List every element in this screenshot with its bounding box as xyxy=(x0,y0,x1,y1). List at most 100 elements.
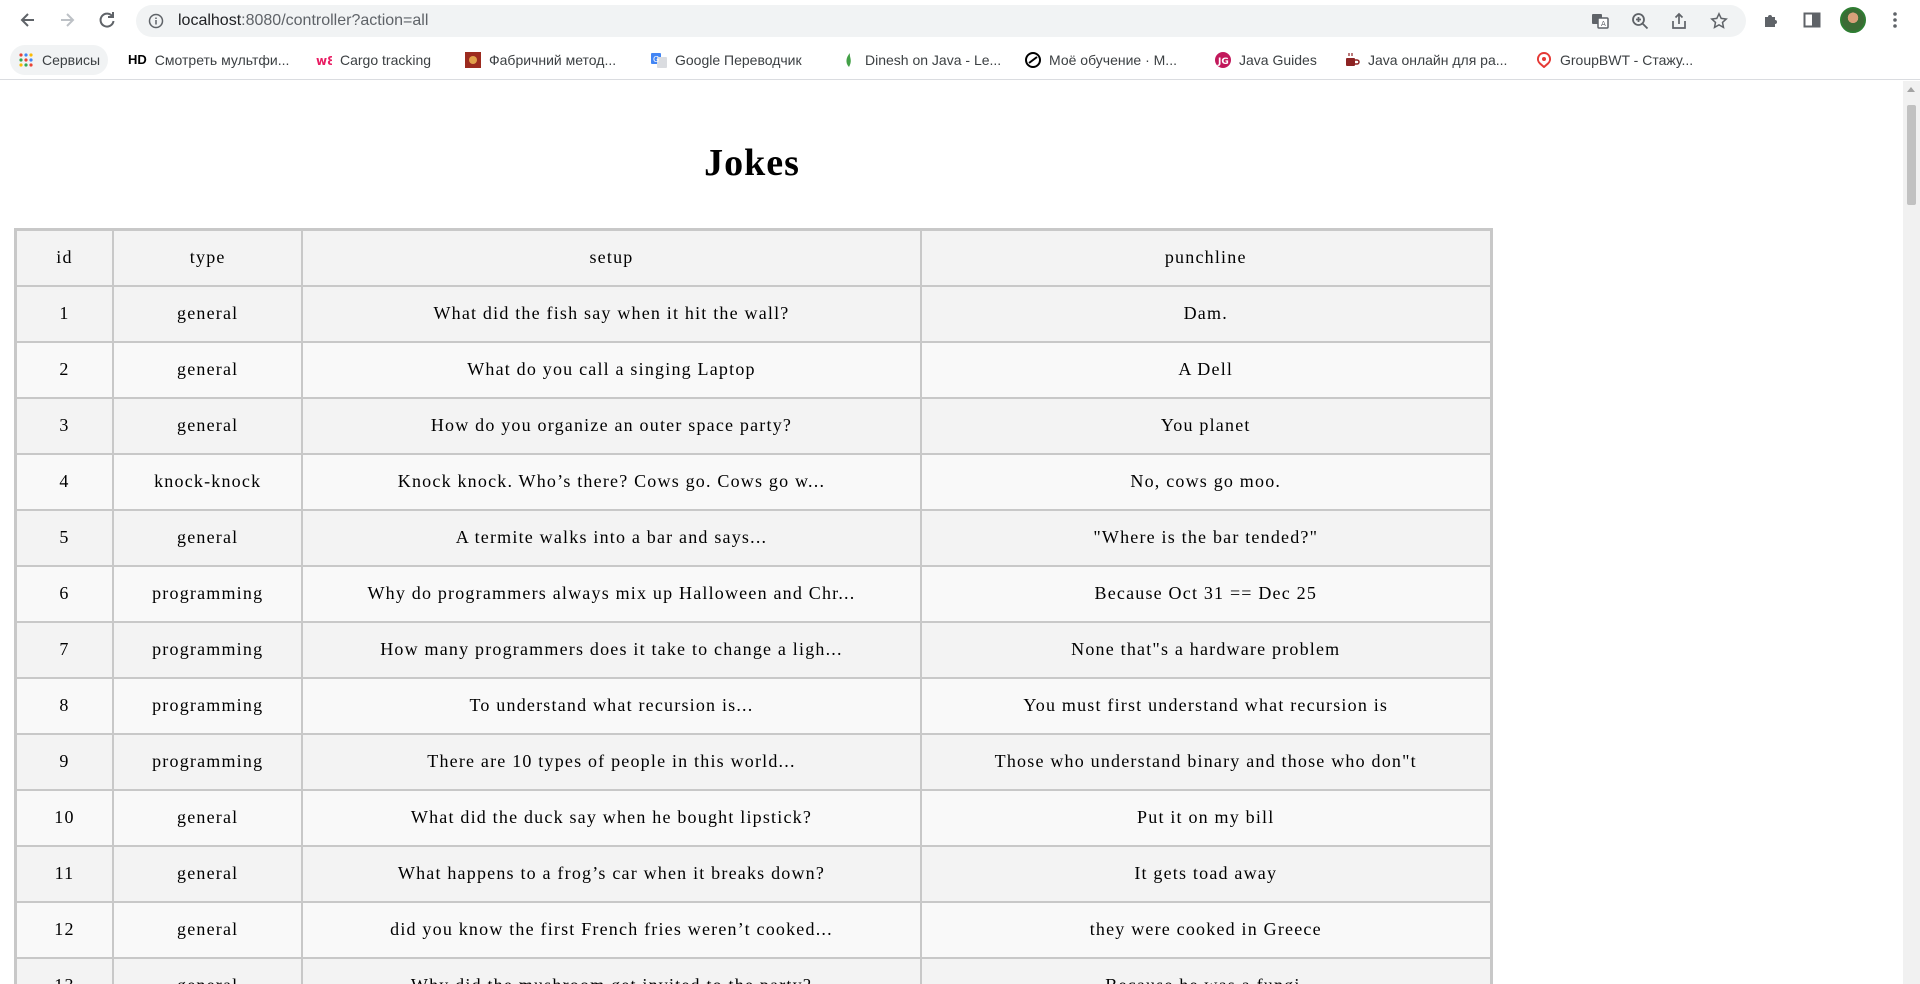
cell-id: 9 xyxy=(14,732,114,791)
table-row: 2 general What do you call a singing Lapto… xyxy=(14,340,1493,399)
bookmark-java-guides[interactable]: JG Java Guides xyxy=(1207,45,1325,75)
cell-setup: What happens to a frog’s car when it bre… xyxy=(301,844,922,903)
table-row: 7 programming How many programmers does it… xyxy=(14,620,1493,679)
bookmark-label: Сервисы xyxy=(42,52,101,68)
bookmark-label: Google Переводчик xyxy=(675,52,802,68)
cell-punchline: "Where is the bar tended?" xyxy=(919,508,1493,567)
apps-grid-icon xyxy=(19,53,33,67)
jokes-table: id type setup punchline 1 general What did… xyxy=(14,228,1493,984)
bookmark-my-learning[interactable]: Моё обучение · M... xyxy=(1017,45,1185,75)
cell-punchline: A Dell xyxy=(919,340,1493,399)
groupbwt-logo-icon xyxy=(1536,52,1552,68)
cell-setup: How many programmers does it take to cha… xyxy=(301,620,922,679)
extensions-icon[interactable] xyxy=(1762,10,1782,30)
arrow-left-icon xyxy=(20,13,34,27)
cell-id: 13 xyxy=(14,956,114,984)
table-row: 13generalWhy did the mushroom get invite… xyxy=(14,956,1493,984)
bookmark-label: Смотреть мультфи... xyxy=(154,52,290,68)
svg-text:JG: JG xyxy=(1217,57,1229,67)
table-row: 11 general What happens to a frog’s car wh… xyxy=(14,844,1493,903)
bookmark-label: Cargo tracking xyxy=(340,52,432,68)
page-title: Jokes xyxy=(704,142,800,184)
bookmark-label: Java Guides xyxy=(1239,52,1317,68)
cell-setup: What do you call a singing Laptop xyxy=(301,340,922,399)
bookmark-dinesh-java[interactable]: Dinesh on Java - Le... xyxy=(833,45,1009,75)
page-content: Jokes id type setup punchline 1 general Wh… xyxy=(0,81,1903,984)
translate-icon[interactable]: A xyxy=(1591,12,1609,30)
cell-setup: To understand what recursion is... xyxy=(301,676,922,735)
cell-type: general xyxy=(111,788,304,847)
table-row: 9 programming There are 10 types of people… xyxy=(14,732,1493,791)
table-row: 1 general What did the fish say when it hi… xyxy=(14,284,1493,343)
cell-id: 6 xyxy=(14,564,114,623)
java-guides-icon: JG xyxy=(1215,52,1231,68)
address-bar[interactable]: localhost:8080/controller?action=all A xyxy=(136,5,1746,37)
reload-icon xyxy=(99,12,115,28)
cell-type: general xyxy=(111,340,304,399)
star-icon[interactable] xyxy=(1710,12,1728,30)
bookmark-groupbwt[interactable]: GroupBWT - Стажу... xyxy=(1528,45,1701,75)
cell-punchline: they were cooked in Greece xyxy=(919,900,1493,959)
cell-punchline: You must first understand what recursion… xyxy=(919,676,1493,735)
cell-type: general xyxy=(111,508,304,567)
column-header-punchline: punchline xyxy=(919,228,1493,287)
column-header-setup: setup xyxy=(301,228,922,287)
svg-text:w8: w8 xyxy=(316,54,332,68)
bookmark-label: Фабричний метод... xyxy=(489,52,617,68)
cell-id: 12 xyxy=(14,900,114,959)
cell-punchline: Because Oct 31 == Dec 25 xyxy=(919,564,1493,623)
cell-punchline: No, cows go moo. xyxy=(919,452,1493,511)
share-icon[interactable] xyxy=(1670,12,1688,30)
cell-type: programming xyxy=(111,620,304,679)
url-text[interactable]: localhost:8080/controller?action=all xyxy=(178,5,428,37)
browser-toolbar: localhost:8080/controller?action=all A xyxy=(0,0,1920,41)
more-menu-icon[interactable] xyxy=(1885,10,1905,30)
cell-id: 10 xyxy=(14,788,114,847)
leaf-icon xyxy=(846,53,851,67)
cell-id: 1 xyxy=(14,284,114,343)
cell-type: general xyxy=(111,284,304,343)
page-scrollbar[interactable] xyxy=(1903,81,1920,984)
cell-setup: Knock knock. Who’s there? Cows go. Cows … xyxy=(301,452,922,511)
bookmark-cargo[interactable]: w8 Cargo tracking xyxy=(308,45,439,75)
bookmark-apps[interactable]: Сервисы xyxy=(10,45,109,75)
cell-type: general xyxy=(111,844,304,903)
table-header-row: id type setup punchline xyxy=(14,228,1493,287)
profile-avatar[interactable] xyxy=(1840,7,1866,33)
bookmark-java-online[interactable]: Java онлайн для ра... xyxy=(1336,45,1515,75)
cell-id: 2 xyxy=(14,340,114,399)
cell-type: knock-knock xyxy=(111,452,304,511)
cell-punchline: Those who understand binary and those wh… xyxy=(919,732,1493,791)
table-row: 6 programming Why do programmers always mi… xyxy=(14,564,1493,623)
arrow-right-icon xyxy=(61,13,75,27)
cell-punchline: Dam. xyxy=(919,284,1493,343)
back-button[interactable] xyxy=(14,6,42,34)
table-row: 12 general did you know the first French f… xyxy=(14,900,1493,959)
forward-button[interactable] xyxy=(53,6,81,34)
svg-text:A: A xyxy=(1601,20,1606,28)
cell-id: 5 xyxy=(14,508,114,567)
book-cover-icon xyxy=(465,52,481,68)
bookmark-google-translate[interactable]: G Google Переводчик xyxy=(643,45,810,75)
url-path: :8080/controller?action=all xyxy=(241,12,429,29)
svg-text:G: G xyxy=(653,55,659,64)
side-panel-icon[interactable] xyxy=(1802,10,1822,30)
cell-setup: What did the fish say when it hit the wa… xyxy=(301,284,922,343)
url-host: localhost xyxy=(178,12,242,29)
cell-type: general xyxy=(111,900,304,959)
bookmark-cartoons[interactable]: HD Смотреть мультфи... xyxy=(120,45,297,75)
bookmark-label: Dinesh on Java - Le... xyxy=(865,52,1002,68)
bookmark-label: GroupBWT - Стажу... xyxy=(1560,52,1694,68)
cell-type: general xyxy=(111,396,304,455)
info-icon[interactable] xyxy=(148,13,164,29)
scroll-up-arrow-icon[interactable] xyxy=(1907,87,1915,92)
cell-punchline: Put it on my bill xyxy=(919,788,1493,847)
scroll-thumb[interactable] xyxy=(1907,105,1916,205)
bookmark-factory-method[interactable]: Фабричний метод... xyxy=(457,45,624,75)
table-row: 3 general How do you organize an outer spa… xyxy=(14,396,1493,455)
cell-setup: There are 10 types of people in this wor… xyxy=(301,732,922,791)
zoom-icon[interactable] xyxy=(1631,12,1649,30)
reload-button[interactable] xyxy=(93,6,121,34)
cell-setup: Why do programmers always mix up Hallowe… xyxy=(301,564,922,623)
cell-setup: What did the duck say when he bought lip… xyxy=(301,788,922,847)
